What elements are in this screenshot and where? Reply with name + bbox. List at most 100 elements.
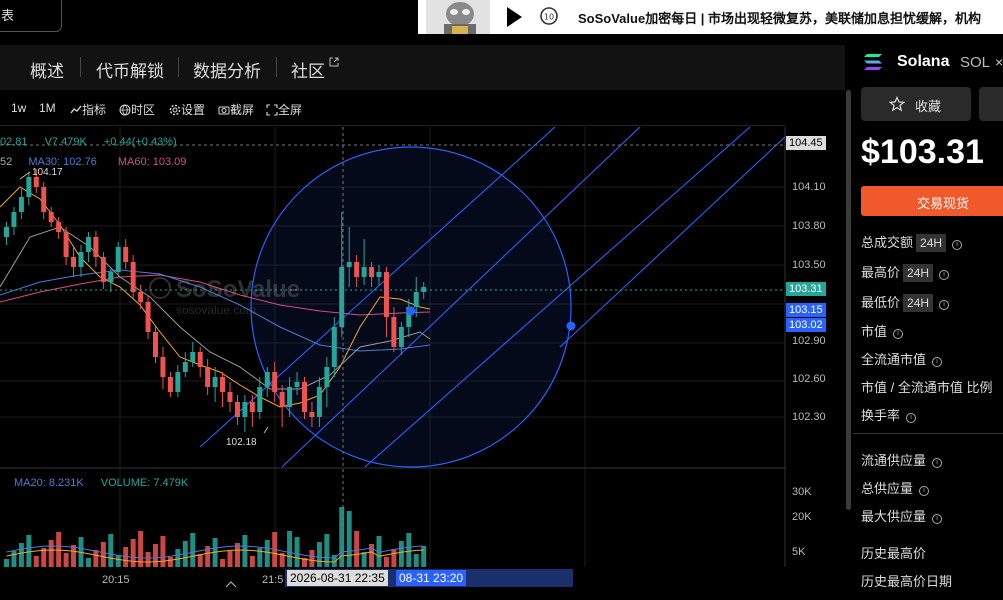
- candle-body: [197, 352, 203, 367]
- drawing-anchor-dot[interactable]: [406, 306, 416, 316]
- secondary-action-button[interactable]: [979, 87, 1003, 121]
- candle-body: [4, 227, 9, 237]
- camera-icon: [218, 106, 230, 115]
- info-icon[interactable]: i: [932, 458, 943, 468]
- volume-tick: 30K: [792, 486, 812, 498]
- period-badge[interactable]: 24H: [916, 234, 947, 252]
- info-icon[interactable]: i: [906, 413, 917, 423]
- stat-label: 市值: [861, 324, 888, 339]
- volume-bar: [4, 559, 9, 567]
- trade-spot-button[interactable]: 交易现货: [861, 186, 1003, 216]
- period-badge[interactable]: 24H: [903, 264, 934, 282]
- coin-name: Solana: [897, 53, 950, 70]
- candle-body: [227, 392, 233, 402]
- price-tick: 103.80: [792, 220, 826, 232]
- info-icon[interactable]: i: [893, 329, 904, 339]
- volume-bar: [264, 540, 270, 567]
- volume-bar: [406, 533, 412, 567]
- external-link-icon[interactable]: [329, 57, 339, 67]
- volume-bar: [130, 539, 136, 567]
- stat-label: 总供应量: [861, 481, 914, 496]
- screenshot-button[interactable]: 截屏: [218, 101, 254, 118]
- promo-banner[interactable]: 10 SoSoValue加密每日 | 市场出现轻微复苏，美联储加息担忧缓解，机构: [418, 0, 1003, 34]
- candle-body: [85, 237, 91, 252]
- high-price-marker: 104.17: [32, 167, 63, 178]
- period-badge[interactable]: 24H: [903, 294, 934, 312]
- info-icon[interactable]: i: [932, 357, 943, 367]
- stat-turnover: 换手率 i: [861, 405, 917, 424]
- indicator-button[interactable]: 指标: [70, 101, 106, 118]
- watermark-brand: SoSoValue: [176, 276, 300, 303]
- timezone-label: 时区: [131, 103, 156, 117]
- info-icon[interactable]: i: [932, 514, 943, 524]
- candle-body: [130, 262, 136, 292]
- crosshair-price-tag: 104.45: [786, 136, 826, 150]
- candle-body: [346, 262, 352, 267]
- interval-1w[interactable]: 1w: [11, 101, 26, 115]
- top-bar: 表 10 SoSoValue加密每日 | 市场出现轻微复苏，美联储加息担忧缓解，…: [0, 0, 1003, 36]
- candle-body: [272, 372, 278, 392]
- info-icon[interactable]: i: [952, 240, 963, 250]
- candle-body: [413, 292, 419, 307]
- solana-logo-icon: [864, 54, 882, 70]
- interval-1m[interactable]: 1M: [39, 101, 56, 115]
- candle-body: [391, 317, 397, 347]
- candle-body: [279, 392, 285, 407]
- promo-text[interactable]: SoSoValue加密每日 | 市场出现轻微复苏，美联储加息担忧缓解，机构: [578, 8, 981, 27]
- volume-bar: [346, 511, 352, 567]
- stat-label: 总成交额: [861, 235, 914, 250]
- stat-label: 全流通市值: [861, 352, 927, 367]
- candle-body: [331, 327, 337, 367]
- top-left-tab[interactable]: 表: [0, 0, 62, 32]
- candle-body: [18, 197, 24, 212]
- tab-data-analysis[interactable]: 数据分析: [193, 57, 261, 82]
- timezone-button[interactable]: 时区: [119, 101, 155, 118]
- candle-body: [264, 372, 270, 387]
- info-icon[interactable]: i: [939, 270, 950, 280]
- candle-body: [257, 387, 263, 412]
- close-icon[interactable]: ×: [995, 54, 1003, 70]
- tab-community[interactable]: 社区: [291, 57, 325, 82]
- ma30-value: MA30: 102.76: [28, 156, 97, 168]
- volume-bar: [361, 552, 367, 567]
- volume-bar: [383, 557, 389, 567]
- settings-button[interactable]: 设置: [169, 101, 205, 118]
- play-icon[interactable]: [500, 4, 526, 30]
- candle-body: [123, 247, 129, 262]
- price-chart[interactable]: SoSoValue sosovalue.com 104.17 102.18: [0, 127, 845, 600]
- volume-bar: [93, 550, 99, 567]
- volume-bar: [190, 533, 196, 567]
- candle-body: [78, 252, 84, 267]
- stat-label: 最低价: [861, 295, 901, 310]
- favorite-button[interactable]: 收藏: [861, 87, 971, 121]
- info-icon[interactable]: i: [939, 300, 950, 310]
- volume-bar: [26, 535, 32, 567]
- circle-handle[interactable]: [566, 321, 576, 331]
- info-icon[interactable]: i: [919, 486, 930, 496]
- page-scrollbar[interactable]: [846, 90, 851, 510]
- tab-token-unlock[interactable]: 代币解锁: [96, 57, 164, 82]
- volume-bar: [63, 553, 69, 567]
- volume-bar: [33, 556, 39, 567]
- volume-info-row: MA20: 8.231K VOLUME: 7.479K: [14, 477, 188, 489]
- price-tick: 102.60: [792, 373, 826, 385]
- volume-bar: [11, 551, 17, 567]
- volume-bar: [153, 544, 158, 567]
- vol-ma20-value: MA20: 8.231K: [14, 477, 84, 489]
- stat-label: 换手率: [861, 408, 901, 423]
- time-tick: 21:5: [262, 574, 284, 586]
- volume-bar: [309, 550, 315, 567]
- ma-price-tag: 103.15: [786, 303, 826, 317]
- stat-high-price: 最高价 24H i: [861, 262, 950, 282]
- fullscreen-icon: [266, 104, 278, 116]
- volume-bar: [413, 554, 419, 567]
- stat-circulating-supply: 流通供应量 i: [861, 450, 943, 469]
- low-price-marker: 102.18: [226, 437, 257, 448]
- tab-overview[interactable]: 概述: [30, 57, 64, 82]
- candle-body: [56, 222, 62, 232]
- trade-spot-label: 交易现货: [917, 196, 970, 211]
- candle-body: [167, 377, 173, 392]
- volume-bar: [160, 536, 166, 567]
- replay-10-icon[interactable]: 10: [538, 5, 560, 27]
- fullscreen-button[interactable]: 全屏: [266, 101, 302, 118]
